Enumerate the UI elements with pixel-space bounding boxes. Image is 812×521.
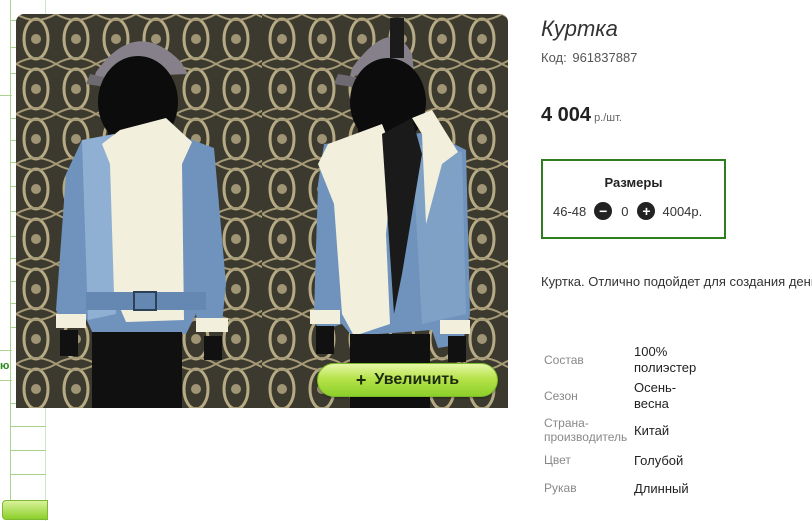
sidebar-row-line — [0, 95, 12, 96]
sidebar-fragment-text: ю — [0, 360, 9, 372]
property-value: Китай — [634, 423, 670, 438]
property-key: Сезон — [544, 389, 578, 403]
property-value: Осень-весна — [634, 380, 677, 411]
sidebar-row-line — [10, 450, 46, 451]
price-unit: р./шт. — [594, 112, 622, 124]
jacket-angled-image — [262, 14, 508, 408]
property-value: Голубой — [634, 453, 684, 468]
price-value: 4 004 — [541, 104, 592, 126]
size-row: 46-48 − 0 + 4004р. — [553, 202, 702, 220]
size-price: 4004р. — [662, 203, 703, 219]
property-key: Рукав — [544, 481, 577, 495]
product-description: Куртка. Отлично подойдет для создания де… — [541, 274, 812, 289]
product-title: Куртка — [541, 16, 618, 41]
property-value: 100% полиэстер — [634, 344, 697, 375]
property-key: Цвет — [544, 453, 571, 467]
minus-circle-icon[interactable]: − — [594, 202, 613, 220]
zoom-button[interactable]: + Увеличить — [317, 363, 498, 397]
sidebar-row-line — [10, 474, 46, 475]
jacket-front-image — [16, 14, 262, 408]
plus-circle-icon[interactable]: + — [637, 202, 656, 220]
sidebar-green-button[interactable] — [2, 500, 48, 520]
quantity-value[interactable]: 0 — [621, 204, 628, 219]
property-value: Длинный — [634, 481, 689, 496]
sizes-box: Размеры 46-48 − 0 + 4004р. — [541, 159, 726, 239]
product-code: Код: 961837887 — [541, 50, 637, 65]
sidebar-divider — [10, 0, 11, 500]
property-key: Состав — [544, 353, 584, 367]
plus-icon: + — [355, 370, 367, 390]
zoom-label: Увеличить — [374, 371, 460, 388]
product-photo-front[interactable] — [16, 14, 262, 408]
sizes-title: Размеры — [604, 175, 663, 190]
product-price: 4 004 р./шт. — [541, 104, 622, 127]
size-label: 46-48 — [553, 203, 587, 219]
sidebar-row-line — [0, 350, 12, 351]
sidebar-row-line — [10, 426, 46, 427]
product-code-value: 961837887 — [572, 50, 638, 65]
product-code-label: Код: — [541, 50, 567, 65]
property-key: Страна-производитель — [544, 416, 628, 444]
product-photo-angled[interactable] — [262, 14, 508, 408]
sidebar-row-line — [0, 380, 12, 381]
